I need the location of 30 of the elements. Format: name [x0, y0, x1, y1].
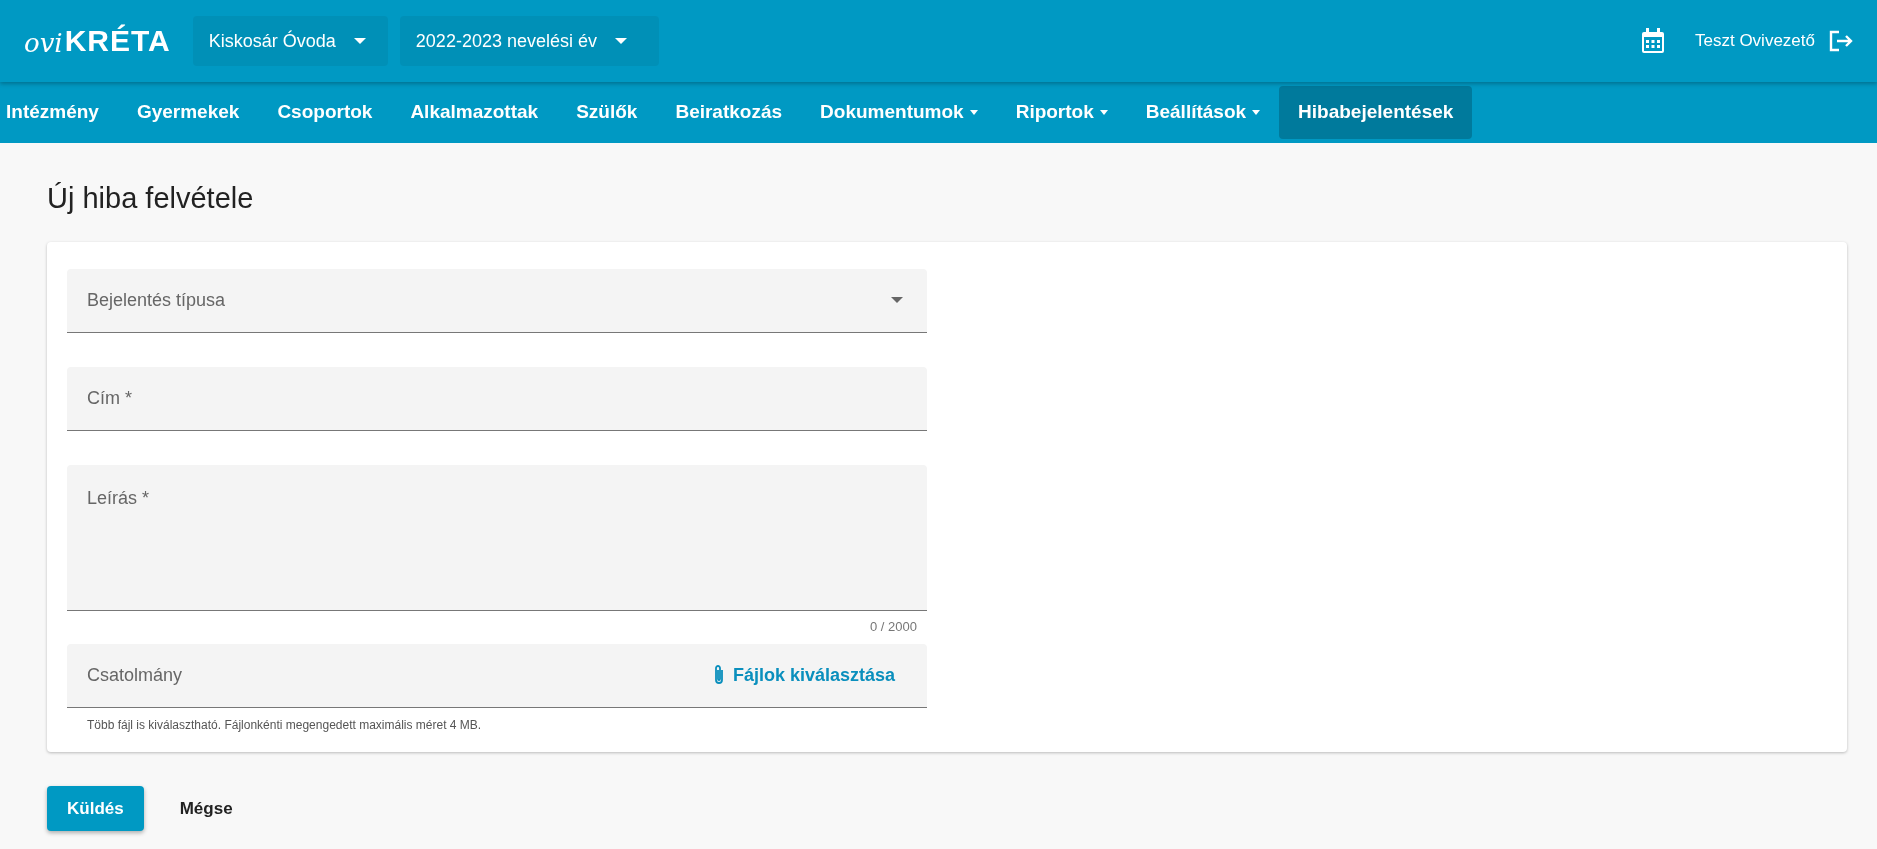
page-title: Új hiba felvétele	[47, 181, 255, 216]
header-select[interactable]: Kiskosár Óvoda	[192, 16, 388, 66]
header-select[interactable]: 2022-2023 nevelési év	[399, 16, 659, 66]
nav-tab[interactable]: Intézmény	[0, 86, 118, 139]
nav-tab[interactable]: Csoportok	[258, 86, 392, 139]
nav-tab[interactable]: Gyermekek	[117, 86, 259, 139]
logout-icon[interactable]	[1829, 30, 1853, 52]
send-button[interactable]: Küldés	[47, 785, 144, 831]
calendar-icon[interactable]	[1641, 28, 1665, 54]
caret-icon	[891, 297, 903, 304]
nav-tab[interactable]: Beiratkozás	[656, 86, 802, 139]
select-field[interactable]: Bejelentés típusa	[67, 268, 927, 333]
nav-tab[interactable]: Hibabejelentések	[1279, 86, 1473, 139]
logo[interactable]: oviKRÉTA	[24, 26, 171, 56]
cancel-button[interactable]: Mégse	[159, 785, 253, 831]
character-counter: 0 / 2000	[870, 618, 917, 634]
textarea-field[interactable]: Leírás *	[67, 464, 927, 611]
field-label: Csatolmány	[87, 663, 183, 687]
caret-icon	[615, 38, 627, 44]
nav-tab[interactable]: Alkalmazottak	[391, 86, 558, 139]
nav-tab[interactable]: Beállítások	[1126, 86, 1280, 139]
hint-text: Több fájl is kiválasztható. Fájlonkénti megengedett maximális méret 4 MB.	[86, 716, 483, 734]
nav-tab[interactable]: Riportok	[996, 86, 1127, 139]
file-select-link[interactable]: Fájlok kiválasztása	[712, 661, 907, 689]
caret-icon	[353, 38, 366, 44]
nav-tab[interactable]: Szülők	[557, 86, 657, 139]
paperclip-icon	[712, 664, 725, 687]
user-name[interactable]: Teszt Ovivezető	[1695, 28, 1815, 54]
nav-tab[interactable]: Dokumentumok	[801, 86, 997, 139]
input-field[interactable]: Cím *	[67, 366, 927, 431]
